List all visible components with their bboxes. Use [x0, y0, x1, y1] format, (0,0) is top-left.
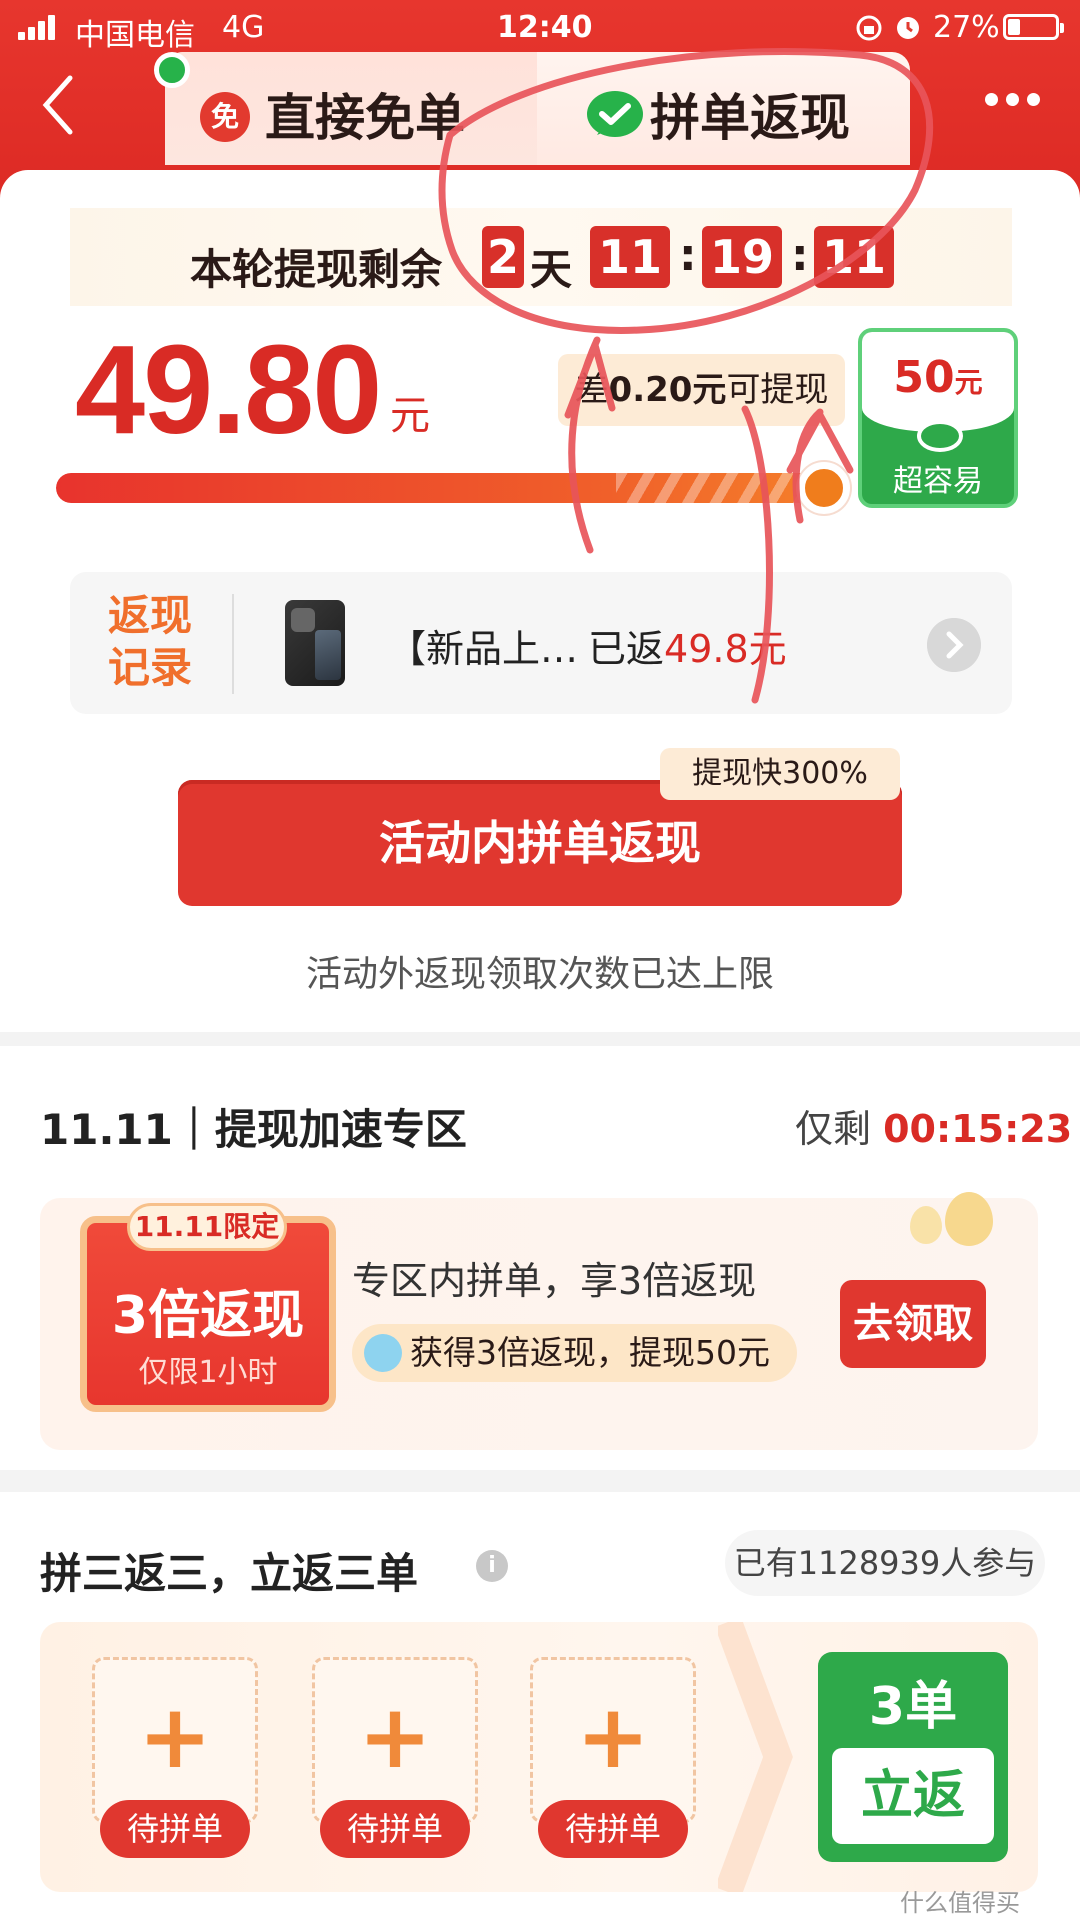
balance-amount: 49.80: [75, 319, 382, 460]
zone-title: 11.11｜提现加速专区: [40, 1105, 467, 1154]
cashback-record[interactable]: 返现 记录 【新品上… 已返49.8元: [70, 572, 1012, 714]
withdraw-target-card[interactable]: 50元 超容易: [858, 328, 1018, 508]
promo-main: 3倍返现: [111, 1286, 305, 1346]
clock: 12:40: [497, 10, 593, 45]
team-buy-section: 拼三返三，立返三单 i 已有1128939人参与 + 待拼单 + 待拼单 + 待…: [0, 1492, 1080, 1921]
chevron-right-icon[interactable]: [927, 618, 981, 672]
gap-suffix: 可提现: [726, 370, 829, 410]
cat-avatar-icon: [364, 1334, 402, 1372]
participant-count: 已有1128939人参与: [725, 1530, 1045, 1596]
team-slot[interactable]: +: [92, 1657, 258, 1823]
product-thumbnail: [285, 600, 345, 686]
countdown-colon: :: [679, 230, 697, 281]
team-slot[interactable]: +: [312, 1657, 478, 1823]
countdown-days: 2: [482, 226, 524, 288]
signal-icon: [18, 14, 58, 40]
info-icon[interactable]: i: [476, 1550, 508, 1582]
target-amount: 50元: [862, 332, 1014, 432]
speed-zone-section: 11.11｜提现加速专区 仅剩 00:15:23 11.11限定 3倍返现 仅限…: [0, 1046, 1080, 1470]
divider: [232, 594, 234, 694]
more-icon[interactable]: [985, 93, 1041, 107]
lock-rotation-icon: [856, 15, 882, 41]
reward-card: 3单 立返: [818, 1652, 1008, 1862]
team-slots-area: + 待拼单 + 待拼单 + 待拼单 3单 立返: [40, 1622, 1038, 1892]
tab-bar: 免 直接免单 拼单返现: [165, 52, 910, 165]
countdown-seconds: 11: [814, 226, 894, 288]
wechat-icon: [917, 420, 963, 452]
slot-label: 待拼单: [320, 1800, 470, 1858]
team-title: 拼三返三，立返三单: [40, 1549, 419, 1598]
free-badge-icon: 免: [200, 92, 250, 142]
countdown-bar: 本轮提现剩余 2 天 11 : 19 : 11: [70, 208, 1012, 306]
withdraw-gap-tip: 差0.20元可提现: [558, 354, 845, 426]
target-sub-label: 超容易: [893, 464, 983, 499]
reward-bottom: 立返: [832, 1748, 994, 1844]
battery-percent: 27%: [933, 10, 1000, 45]
network-label: 4G: [222, 10, 265, 45]
camera-indicator-dot: [154, 52, 190, 88]
promo-badge: 11.11限定 3倍返现 仅限1小时: [80, 1203, 336, 1412]
alarm-icon: [897, 17, 919, 39]
tab-group-cashback[interactable]: 拼单返现: [650, 78, 850, 150]
plus-icon: +: [576, 1685, 650, 1788]
record-title: 返现 记录: [107, 591, 192, 692]
battery-level: [1008, 19, 1020, 35]
balance-unit: 元: [390, 393, 430, 439]
countdown-day-unit: 天: [530, 245, 573, 294]
watermark: 什么值得买: [900, 1889, 1020, 1917]
gap-amount: 0.20元: [608, 370, 727, 410]
progress-knob: [798, 462, 850, 514]
countdown-hours: 11: [590, 226, 670, 288]
plus-icon: +: [358, 1685, 432, 1788]
balloon-decoration: [945, 1192, 993, 1246]
claim-button[interactable]: 去领取: [840, 1280, 986, 1368]
zone-description: 专区内拼单，享3倍返现: [352, 1259, 757, 1303]
zone-benefit-pill: 获得3倍返现，提现50元: [352, 1324, 797, 1382]
withdraw-progress: [56, 473, 848, 503]
battery-icon: [1003, 14, 1064, 40]
product-name: 【新品上…: [388, 627, 579, 671]
record-status: 已返49.8元: [588, 627, 787, 671]
countdown-label: 本轮提现剩余: [190, 245, 443, 294]
balloon-decoration: [910, 1206, 942, 1244]
chevron-divider-icon: [718, 1622, 793, 1892]
countdown-colon: :: [791, 230, 809, 281]
gap-prefix: 差: [574, 370, 609, 410]
zone-timer: 00:15:23: [883, 1107, 1073, 1151]
slot-label: 待拼单: [100, 1800, 250, 1858]
reward-top: 3单: [868, 1677, 958, 1737]
zone-remaining: 仅剩 00:15:23: [795, 1107, 1073, 1151]
back-icon[interactable]: [40, 70, 80, 140]
promo-tag: 11.11限定: [127, 1203, 287, 1251]
zone-promo-card: 11.11限定 3倍返现 仅限1小时 专区内拼单，享3倍返现 获得3倍返现，提现…: [40, 1192, 1038, 1450]
wechat-icon: [587, 91, 643, 137]
promo-sub: 仅限1小时: [138, 1355, 278, 1390]
carrier-label: 中国电信: [75, 18, 195, 53]
cashback-card: 本轮提现剩余 2 天 11 : 19 : 11 49.80 元 差0.20元可提…: [0, 170, 1080, 1032]
countdown-minutes: 19: [702, 226, 782, 288]
record-amount: 49.8元: [664, 627, 787, 671]
tab-direct-free[interactable]: 直接免单: [265, 78, 465, 150]
speed-tip: 提现快300%: [660, 748, 900, 800]
plus-icon: +: [138, 1685, 212, 1788]
limit-note: 活动外返现领取次数已达上限: [305, 954, 774, 995]
slot-label: 待拼单: [538, 1800, 688, 1858]
team-slot[interactable]: +: [530, 1657, 696, 1823]
